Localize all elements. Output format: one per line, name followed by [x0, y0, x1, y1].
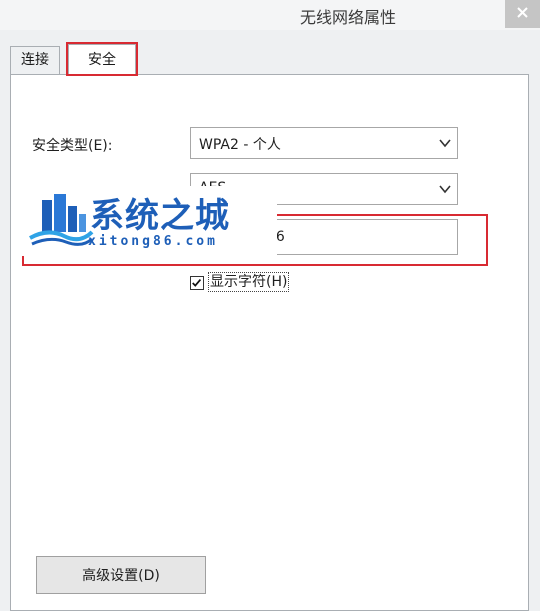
title-bar: 无线网络属性 — [0, 0, 540, 30]
window-title: 无线网络属性 — [300, 8, 397, 27]
watermark: 系统之城 xitong86.com — [22, 186, 277, 256]
security-type-label: 安全类型(E): — [32, 138, 113, 154]
show-characters-label[interactable]: 显示字符(H) — [208, 272, 290, 292]
security-type-select[interactable]: WPA2 - 个人 — [190, 127, 458, 159]
chevron-down-icon — [439, 185, 451, 194]
advanced-settings-button[interactable]: 高级设置(D) — [36, 556, 206, 594]
tab-security[interactable]: 安全 — [68, 44, 136, 76]
watermark-brand: 系统之城 — [90, 196, 230, 236]
logo-icon — [29, 194, 94, 246]
tab-connection[interactable]: 连接 — [10, 46, 60, 74]
security-type-value: WPA2 - 个人 — [199, 137, 281, 153]
chevron-down-icon — [439, 139, 451, 148]
show-characters-checkbox[interactable] — [190, 276, 204, 290]
close-icon — [517, 7, 528, 18]
close-button[interactable] — [505, 0, 540, 28]
watermark-domain: xitong86.com — [88, 234, 218, 249]
checkmark-icon — [192, 279, 202, 287]
